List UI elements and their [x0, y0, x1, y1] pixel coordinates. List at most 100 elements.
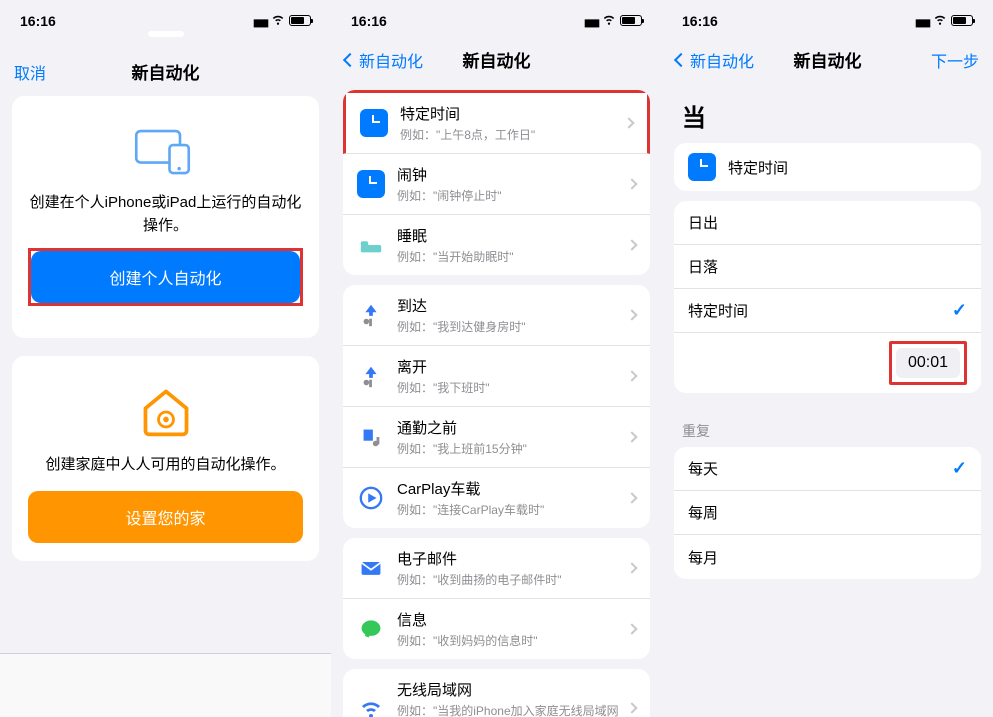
repeat-weekly[interactable]: 每周 [674, 491, 981, 535]
chevron-right-icon [626, 239, 637, 250]
row-label: 睡眠 [397, 228, 427, 245]
repeat-monthly[interactable]: 每月 [674, 535, 981, 579]
trigger-arrive[interactable]: 到达例如："我到达健身房时" [343, 285, 650, 346]
time-value[interactable]: 00:01 [896, 348, 960, 378]
signal-icon [584, 13, 598, 29]
row-label: 每周 [688, 505, 718, 522]
status-bar: 16:16 [331, 0, 662, 37]
signal-icon [253, 13, 267, 29]
tab-item[interactable] [221, 654, 331, 717]
row-sub: 例如："闹钟停止时" [397, 187, 628, 204]
wifi-icon [602, 12, 616, 29]
row-label: 特定时间 [688, 303, 748, 320]
tab-item[interactable] [110, 654, 220, 717]
bed-icon [357, 231, 385, 259]
trigger-wifi[interactable]: 无线局域网例如："当我的iPhone加入家庭无线局域网时" [343, 669, 650, 717]
option-sunrise[interactable]: 日出 [674, 201, 981, 245]
create-personal-button[interactable]: 创建个人自动化 [31, 251, 300, 303]
time-options: 日出 日落 特定时间 ✓ 00:01 [674, 201, 981, 393]
row-label: 通勤之前 [397, 420, 457, 437]
row-label: 特定时间 [728, 160, 788, 177]
trigger-commute[interactable]: 通勤之前例如："我上班前15分钟" [343, 407, 650, 468]
leave-icon [357, 362, 385, 390]
row-sub: 例如："我上班前15分钟" [397, 440, 628, 457]
trigger-message[interactable]: 信息例如："收到妈妈的信息时" [343, 599, 650, 659]
row-label: 电子邮件 [397, 551, 457, 568]
carplay-icon [357, 484, 385, 512]
trigger-leave[interactable]: 离开例如："我下班时" [343, 346, 650, 407]
nav-bar: 取消 新自动化 [0, 49, 331, 96]
screen-trigger-list: 16:16 新自动化 新自动化 特定时间例如："上午8点，工作日" 闹钟例如："… [331, 0, 662, 717]
home-card: 创建家庭中人人可用的自动化操作。 设置您的家 [12, 356, 319, 561]
nav-title: 新自动化 [132, 59, 200, 84]
repeat-daily[interactable]: 每天✓ [674, 447, 981, 491]
row-sub: 例如："我下班时" [397, 379, 628, 396]
wifi-icon [271, 12, 285, 29]
nav-title: 新自动化 [794, 47, 862, 72]
clock-icon [688, 153, 716, 181]
trigger-group-location: 到达例如："我到达健身房时" 离开例如："我下班时" 通勤之前例如："我上班前1… [343, 285, 650, 528]
battery-icon [620, 15, 642, 26]
trigger-email[interactable]: 电子邮件例如："收到曲扬的电子邮件时" [343, 538, 650, 599]
row-sub: 例如："当我的iPhone加入家庭无线局域网时" [397, 702, 628, 717]
row-label: 离开 [397, 359, 427, 376]
next-button[interactable]: 下一步 [931, 48, 979, 72]
row-label: 闹钟 [397, 167, 427, 184]
chevron-right-icon [626, 492, 637, 503]
chevron-right-icon [626, 562, 637, 573]
highlight-box-1: 创建个人自动化 [28, 248, 303, 306]
home-desc: 创建家庭中人人可用的自动化操作。 [28, 454, 303, 477]
chevron-left-icon [343, 52, 357, 66]
tab-bar [0, 653, 331, 717]
row-sub: 例如："上午8点，工作日" [400, 126, 625, 143]
battery-icon [951, 15, 973, 26]
screen-automation-type: 16:16 取消 新自动化 创建在个人iPhone或iPad上运行的自动化操作。… [0, 0, 331, 717]
chevron-right-icon [626, 702, 637, 713]
row-sub: 例如："当开始助眠时" [397, 248, 628, 265]
home-icon [138, 384, 194, 440]
chevron-right-icon [626, 178, 637, 189]
when-header: 当 [662, 84, 993, 143]
row-sub: 例如："我到达健身房时" [397, 318, 628, 335]
row-sub: 例如："连接CarPlay车载时" [397, 501, 628, 518]
trigger-carplay[interactable]: CarPlay车载例如："连接CarPlay车载时" [343, 468, 650, 528]
setup-home-button[interactable]: 设置您的家 [28, 491, 303, 543]
highlight-box-3: 00:01 [889, 341, 967, 385]
signal-icon [915, 13, 929, 29]
option-specific-time[interactable]: 特定时间 ✓ [674, 289, 981, 333]
screen-time-config: 16:16 新自动化 新自动化 下一步 当 特定时间 日出 日落 特定时间✓ 0… [662, 0, 993, 717]
row-sub: 例如："收到妈妈的信息时" [397, 632, 628, 649]
clock-icon [360, 109, 388, 137]
cancel-button[interactable]: 取消 [14, 60, 46, 84]
trigger-time-of-day[interactable]: 特定时间例如："上午8点，工作日" [343, 90, 650, 154]
row-label: CarPlay车载 [397, 481, 480, 498]
status-indicators [584, 12, 642, 29]
trigger-sleep[interactable]: 睡眠例如："当开始助眠时" [343, 215, 650, 275]
devices-icon [131, 124, 201, 178]
status-indicators [253, 12, 311, 29]
trigger-alarm[interactable]: 闹钟例如："闹钟停止时" [343, 154, 650, 215]
row-sub: 例如："收到曲扬的电子邮件时" [397, 571, 628, 588]
row-label: 日落 [688, 259, 718, 276]
option-sunset[interactable]: 日落 [674, 245, 981, 289]
selected-trigger: 特定时间 [674, 143, 981, 191]
wifi-icon [933, 12, 947, 29]
repeat-label: 重复 [662, 403, 993, 447]
chevron-right-icon [626, 370, 637, 381]
row-label: 日出 [688, 215, 718, 232]
row-label: 信息 [397, 612, 427, 629]
message-icon [357, 615, 385, 643]
sheet-grabber[interactable] [148, 31, 184, 37]
back-button[interactable]: 新自动化 [345, 48, 423, 72]
check-icon: ✓ [952, 300, 967, 321]
tab-item[interactable] [0, 654, 110, 717]
chevron-right-icon [626, 431, 637, 442]
nav-bar: 新自动化 新自动化 下一步 [662, 37, 993, 84]
arrive-icon [357, 301, 385, 329]
status-indicators [915, 12, 973, 29]
row-label: 特定时间 [400, 106, 460, 123]
battery-icon [289, 15, 311, 26]
back-button[interactable]: 新自动化 [676, 48, 754, 72]
chevron-left-icon [674, 52, 688, 66]
trigger-group-comm: 电子邮件例如："收到曲扬的电子邮件时" 信息例如："收到妈妈的信息时" [343, 538, 650, 659]
